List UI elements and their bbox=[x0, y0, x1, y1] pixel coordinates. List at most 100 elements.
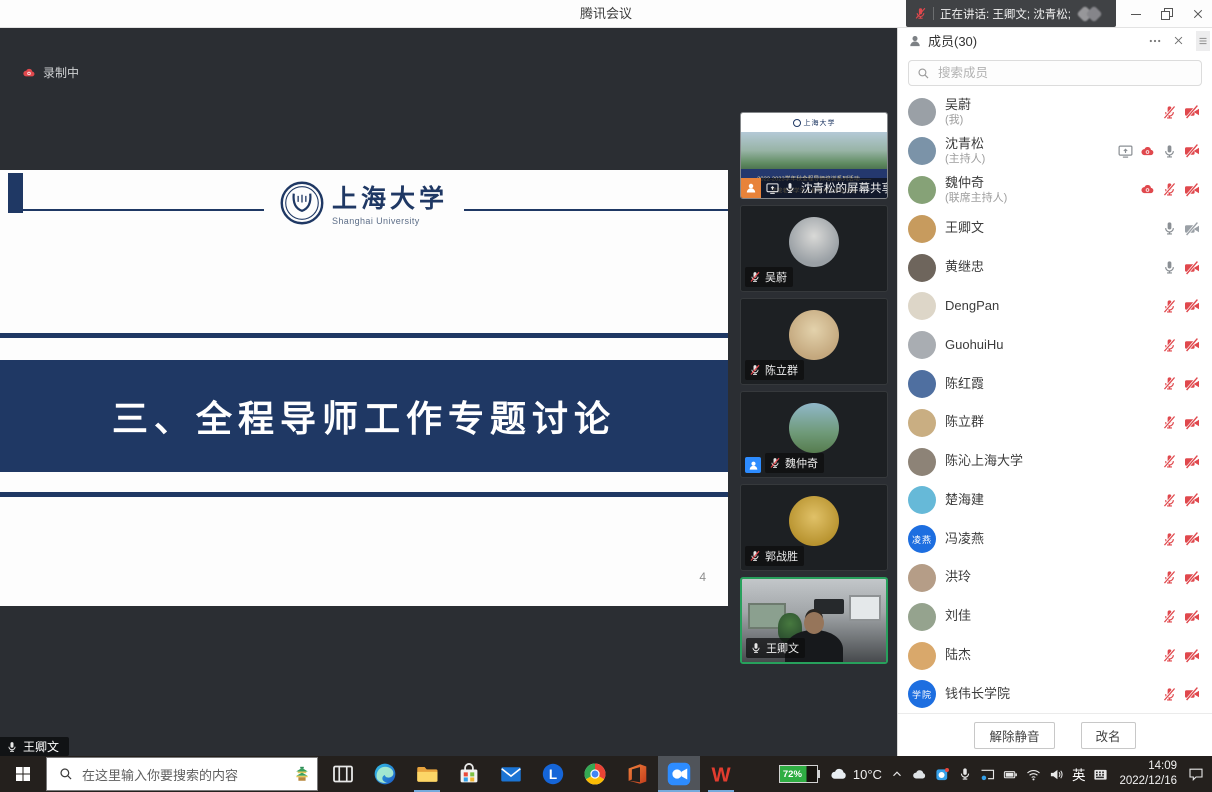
unmute-button[interactable]: 解除静音 bbox=[974, 722, 1054, 749]
mic-muted-icon bbox=[749, 364, 761, 376]
taskbar-file-explorer-icon[interactable] bbox=[406, 756, 448, 792]
taskbar-microsoft-store-icon[interactable] bbox=[448, 756, 490, 792]
hidden-icons-chevron[interactable] bbox=[890, 767, 904, 781]
member-row[interactable]: 楚海建 bbox=[898, 481, 1212, 520]
member-row[interactable]: 陈沁上海大学 bbox=[898, 442, 1212, 481]
member-name: 黄继忠 bbox=[945, 260, 1153, 275]
mic-muted-icon bbox=[1162, 415, 1177, 430]
member-row[interactable]: 凌燕冯凌燕 bbox=[898, 520, 1212, 559]
member-row[interactable]: 刘佳 bbox=[898, 597, 1212, 636]
member-status-icons bbox=[1162, 686, 1200, 702]
member-row[interactable]: 陈红霞 bbox=[898, 365, 1212, 404]
member-avatar bbox=[908, 292, 936, 320]
ime-keyboard-icon[interactable] bbox=[1093, 767, 1108, 782]
battery-indicator[interactable]: 72% bbox=[779, 765, 818, 783]
mic-muted-icon bbox=[769, 457, 781, 469]
weather-widget[interactable]: 10°C bbox=[830, 765, 882, 783]
record-cloud-icon bbox=[22, 66, 36, 80]
video-thumbnail[interactable]: 上海大学2022-2023学年秋全程导师培训系列活动——学院老师学生全程导师工作… bbox=[740, 112, 888, 199]
minimize-button[interactable] bbox=[1130, 8, 1142, 20]
recording-indicator: 录制中 bbox=[22, 64, 79, 81]
member-status-icons bbox=[1162, 298, 1200, 314]
taskbar-mail-icon[interactable] bbox=[490, 756, 532, 792]
member-row[interactable]: DengPan bbox=[898, 287, 1212, 326]
video-thumbnails-column: 上海大学2022-2023学年秋全程导师培训系列活动——学院老师学生全程导师工作… bbox=[740, 112, 890, 670]
rename-button[interactable]: 改名 bbox=[1081, 722, 1136, 749]
member-row[interactable]: 沈青松(主持人) bbox=[898, 132, 1212, 171]
action-center-icon[interactable] bbox=[1188, 766, 1204, 782]
taskbar-chrome-icon[interactable] bbox=[574, 756, 616, 792]
mic-muted-icon bbox=[1162, 454, 1177, 469]
temperature-label: 10°C bbox=[853, 767, 882, 782]
member-status-icons bbox=[1162, 609, 1200, 625]
screen-cast-icon[interactable] bbox=[980, 767, 995, 782]
video-thumbnail[interactable]: 郭战胜 bbox=[740, 484, 888, 571]
slide-page-number: 4 bbox=[699, 570, 706, 584]
messenger-app-icon[interactable] bbox=[935, 767, 950, 782]
cam-off-icon bbox=[1184, 648, 1200, 664]
recording-label: 录制中 bbox=[43, 64, 79, 81]
taskbar-wps-office-icon[interactable]: W bbox=[700, 756, 742, 792]
more-options-button[interactable] bbox=[1148, 34, 1162, 48]
cam-off-icon bbox=[1184, 415, 1200, 431]
windows-logo-icon bbox=[15, 766, 31, 782]
member-row[interactable]: 陈立群 bbox=[898, 403, 1212, 442]
member-search[interactable] bbox=[908, 60, 1202, 86]
video-thumbnail[interactable]: 王卿文 bbox=[740, 577, 888, 664]
member-row[interactable]: 洪玲 bbox=[898, 559, 1212, 598]
restore-button[interactable] bbox=[1161, 8, 1173, 20]
panel-footer: 解除静音 改名 bbox=[898, 713, 1212, 756]
wifi-icon[interactable] bbox=[1026, 767, 1041, 782]
speaking-indicator-bar[interactable]: 正在讲话: 王卿文; 沈青松; bbox=[906, 0, 1116, 27]
member-row[interactable]: 吴蔚(我) bbox=[898, 93, 1212, 132]
taskbar-tencent-meeting-icon[interactable] bbox=[658, 756, 700, 792]
member-role: (联席主持人) bbox=[945, 192, 1131, 205]
video-thumbnail[interactable]: 魏仲奇 bbox=[740, 391, 888, 478]
taskbar-clock[interactable]: 14:09 2022/12/16 bbox=[1119, 759, 1177, 789]
cam-off-icon bbox=[1184, 182, 1200, 198]
member-row[interactable]: GuohuiHu bbox=[898, 326, 1212, 365]
taskbar-microsoft-edge-icon[interactable] bbox=[364, 756, 406, 792]
panel-grip-handle[interactable] bbox=[1196, 31, 1210, 51]
participant-avatar bbox=[789, 496, 839, 546]
mic-muted-icon bbox=[1162, 570, 1177, 585]
microphone-tray-icon[interactable] bbox=[958, 767, 972, 781]
screenshare-name: 沈青松的屏幕共享 bbox=[801, 180, 887, 196]
taskbar-pc-manager-icon[interactable]: L bbox=[532, 756, 574, 792]
start-button[interactable] bbox=[0, 756, 46, 792]
taskbar-search[interactable]: 在这里输入你要搜索的内容 bbox=[46, 757, 318, 791]
member-row[interactable]: 陆杰 bbox=[898, 636, 1212, 675]
member-status-icons bbox=[1162, 415, 1200, 431]
panel-close-button[interactable] bbox=[1173, 35, 1184, 46]
member-name: 陈红霞 bbox=[945, 377, 1153, 392]
member-status-icons bbox=[1162, 221, 1200, 237]
svg-text:W: W bbox=[711, 765, 731, 787]
video-thumbnail[interactable]: 陈立群 bbox=[740, 298, 888, 385]
member-search-input[interactable] bbox=[936, 65, 1193, 81]
speaking-text: 正在讲话: 王卿文; 沈青松; bbox=[940, 6, 1071, 22]
member-name: 钱伟长学院 bbox=[945, 687, 1153, 702]
member-row[interactable]: 王卿文 bbox=[898, 209, 1212, 248]
member-row[interactable]: 黄继忠 bbox=[898, 248, 1212, 287]
participant-avatar bbox=[789, 217, 839, 267]
participant-avatar bbox=[789, 403, 839, 453]
member-row[interactable]: 魏仲奇(联席主持人) bbox=[898, 171, 1212, 210]
cloud-sync-icon[interactable] bbox=[912, 767, 927, 782]
member-row[interactable]: 学院钱伟长学院 bbox=[898, 675, 1212, 714]
input-language-indicator[interactable]: 英 bbox=[1072, 764, 1086, 784]
battery-tray-icon[interactable] bbox=[1003, 767, 1018, 782]
participant-name-label: 郭战胜 bbox=[745, 546, 804, 566]
volume-icon[interactable] bbox=[1049, 767, 1064, 782]
close-button[interactable] bbox=[1192, 8, 1204, 20]
blurred-logos bbox=[1079, 8, 1100, 20]
participant-name-label: 魏仲奇 bbox=[765, 453, 824, 473]
cam-off-icon bbox=[1184, 376, 1200, 392]
taskbar-task-view-icon[interactable] bbox=[322, 756, 364, 792]
mic-muted-icon bbox=[749, 271, 761, 283]
member-info: 陈沁上海大学 bbox=[945, 454, 1153, 469]
video-thumbnail[interactable]: 吴蔚 bbox=[740, 205, 888, 292]
bing-daily-icon[interactable] bbox=[293, 765, 311, 783]
taskbar-office-icon[interactable] bbox=[616, 756, 658, 792]
member-avatar bbox=[908, 98, 936, 126]
member-info: 陆杰 bbox=[945, 648, 1153, 663]
